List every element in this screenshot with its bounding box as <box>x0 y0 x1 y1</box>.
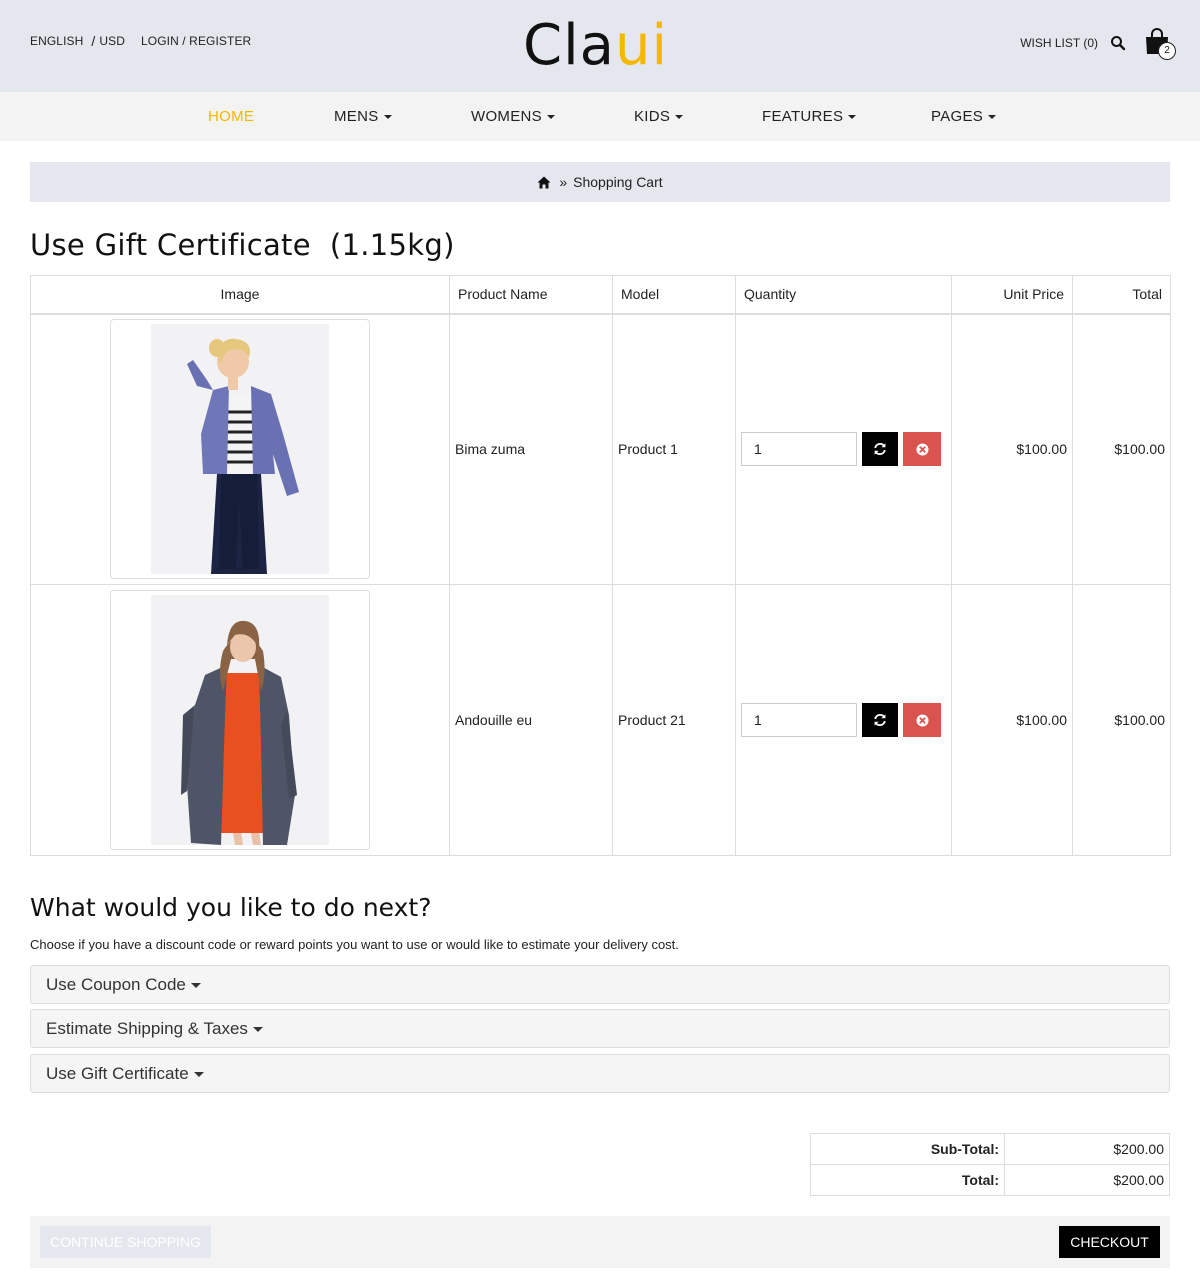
nav-item-womens[interactable]: WOMENS <box>471 92 555 141</box>
product-thumbnail[interactable] <box>110 590 370 850</box>
main-nav: HOME MENS WOMENS KIDS FEATURES PAGES <box>0 92 1200 141</box>
panel-title: Use Coupon Code <box>46 975 186 994</box>
cell-product-name: Andouille eu <box>449 584 613 856</box>
panel-title: Estimate Shipping & Taxes <box>46 1019 248 1038</box>
cell-image <box>30 584 450 856</box>
table-row: Andouille eu Product 21 1 $100.00 $100.0… <box>30 584 1171 856</box>
next-steps-title: What would you like to do next? <box>30 893 432 922</box>
totals-row: Total: $200.00 <box>810 1164 1170 1196</box>
caret-down-icon <box>193 1072 204 1078</box>
quantity-group <box>741 432 946 467</box>
caret-down-icon <box>988 115 997 120</box>
cell-total: $100.00 <box>1072 584 1171 856</box>
quantity-input[interactable] <box>741 703 857 737</box>
cell-unit-price: $100.00 <box>951 313 1073 585</box>
cell-product-name: Bima zuma <box>449 313 613 585</box>
nav-label: KIDS <box>634 108 671 125</box>
currency-separator: / <box>91 33 96 49</box>
caret-down-icon <box>848 115 857 120</box>
column-header-product-name: Product Name <box>449 275 613 315</box>
nav-item-kids[interactable]: KIDS <box>634 92 684 141</box>
cell-model: Product 1 <box>612 313 736 585</box>
wishlist-link[interactable]: WISH LIST (0) <box>1020 36 1098 50</box>
gift-certificate-panel[interactable]: Use Gift Certificate <box>30 1054 1170 1093</box>
update-quantity-button[interactable] <box>862 432 898 467</box>
cell-unit-price: $100.00 <box>951 584 1073 856</box>
logo-accent-text: ui <box>614 13 669 78</box>
quantity-input[interactable] <box>741 432 857 467</box>
totals-table: Sub-Total: $200.00 Total: $200.00 <box>810 1133 1170 1196</box>
nav-item-pages[interactable]: PAGES <box>931 92 997 141</box>
subtotal-value: $200.00 <box>1004 1133 1170 1165</box>
cart-button[interactable]: 2 <box>1144 28 1176 60</box>
logo-main-text: Cla <box>523 13 615 78</box>
page-title: Use Gift Certificate (1.15kg) <box>30 228 455 262</box>
refresh-icon <box>874 714 886 726</box>
search-icon[interactable] <box>1110 35 1126 51</box>
product-name-link[interactable]: Bima zuma <box>455 441 525 457</box>
coupon-code-panel[interactable]: Use Coupon Code <box>30 965 1170 1004</box>
column-header-model: Model <box>612 275 736 315</box>
remove-item-button[interactable] <box>903 703 941 737</box>
nav-label: PAGES <box>931 108 984 125</box>
caret-down-icon <box>383 115 392 120</box>
cell-quantity <box>735 313 952 585</box>
update-quantity-button[interactable] <box>862 703 898 737</box>
column-header-unit-price: Unit Price <box>951 275 1073 315</box>
breadcrumb-current[interactable]: Shopping Cart <box>573 174 663 190</box>
cell-quantity <box>735 584 952 856</box>
quantity-group <box>741 703 946 737</box>
total-label: Total: <box>810 1164 1005 1196</box>
table-row: Bima zuma Product 1 1 $100.00 $100.00 <box>30 313 1171 585</box>
product-image-denim-jacket <box>151 324 329 575</box>
nav-label: MENS <box>334 108 379 125</box>
product-name-link[interactable]: Andouille eu <box>455 712 532 728</box>
caret-down-icon <box>546 115 555 120</box>
refresh-icon <box>874 443 886 456</box>
login-register-link[interactable]: LOGIN / REGISTER <box>141 34 251 48</box>
language-selector[interactable]: ENGLISH <box>30 34 83 48</box>
cell-total: $100.00 <box>1072 313 1171 585</box>
cart-buttons-bar: CONTINUE SHOPPING CHECKOUT <box>30 1216 1170 1268</box>
panel-title: Use Gift Certificate <box>46 1064 189 1083</box>
top-links: ENGLISH / USD LOGIN / REGISTER <box>30 33 251 49</box>
top-header: ENGLISH / USD LOGIN / REGISTER Claui WIS… <box>0 0 1200 92</box>
breadcrumb: » Shopping Cart <box>30 162 1170 202</box>
caret-down-icon <box>675 115 684 120</box>
header-actions: WISH LIST (0) 2 <box>1020 28 1176 60</box>
product-image-grey-coat <box>151 595 329 845</box>
nav-item-home[interactable]: HOME <box>208 92 254 141</box>
column-header-quantity: Quantity <box>735 275 952 315</box>
total-value: $200.00 <box>1004 1164 1170 1196</box>
totals-row: Sub-Total: $200.00 <box>810 1133 1170 1165</box>
home-icon[interactable] <box>537 176 551 189</box>
next-steps-description: Choose if you have a discount code or re… <box>30 937 679 952</box>
cell-model: Product 21 <box>612 584 736 856</box>
nav-label: FEATURES <box>762 108 844 125</box>
remove-item-button[interactable] <box>903 432 941 467</box>
caret-down-icon <box>190 983 201 989</box>
remove-circle-icon <box>916 714 928 726</box>
continue-shopping-button[interactable]: CONTINUE SHOPPING <box>40 1226 211 1258</box>
nav-item-mens[interactable]: MENS <box>334 92 392 141</box>
nav-label: HOME <box>208 108 255 125</box>
subtotal-label: Sub-Total: <box>810 1133 1005 1165</box>
checkout-button[interactable]: CHECKOUT <box>1059 1226 1160 1258</box>
estimate-shipping-panel[interactable]: Estimate Shipping & Taxes <box>30 1009 1170 1048</box>
column-header-image: Image <box>30 275 450 315</box>
product-thumbnail[interactable] <box>110 319 370 580</box>
caret-down-icon <box>252 1027 263 1033</box>
cart-table: Image Product Name Model Quantity Unit P… <box>30 275 1171 856</box>
nav-item-features[interactable]: FEATURES <box>762 92 857 141</box>
currency-selector[interactable]: USD <box>99 34 125 48</box>
cell-image <box>30 313 450 585</box>
breadcrumb-separator: » <box>559 174 568 190</box>
table-header-row: Image Product Name Model Quantity Unit P… <box>30 275 1171 315</box>
site-logo[interactable]: Claui <box>523 14 668 78</box>
remove-circle-icon <box>916 443 928 456</box>
nav-label: WOMENS <box>471 108 542 125</box>
column-header-total: Total <box>1072 275 1171 315</box>
cart-count-badge: 2 <box>1158 42 1176 60</box>
